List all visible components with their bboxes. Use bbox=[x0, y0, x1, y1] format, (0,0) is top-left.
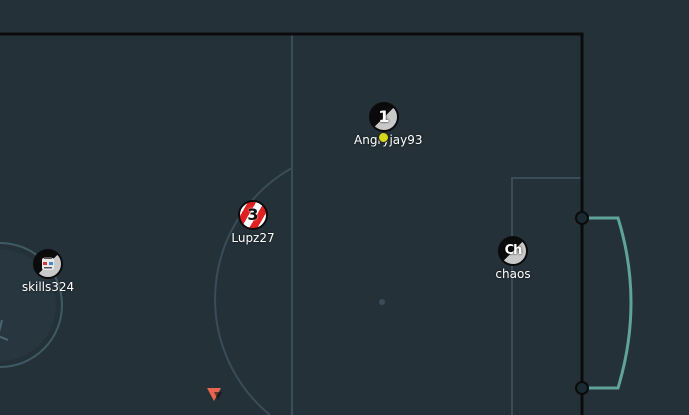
player-lupz27[interactable]: 3 Lupz27 bbox=[223, 200, 283, 245]
game-field: 1 Angryjay93 3 Lupz27 Ch chaos skills324 bbox=[0, 0, 689, 415]
player-disc bbox=[33, 249, 63, 279]
player-avatar-text: Ch bbox=[504, 243, 523, 258]
goal-post-bottom bbox=[575, 381, 589, 395]
player-avatar-text: 1 bbox=[378, 107, 390, 126]
player-name: Lupz27 bbox=[231, 231, 275, 245]
kickoff-spot bbox=[379, 299, 385, 305]
goal-post-top bbox=[575, 211, 589, 225]
player-chaos[interactable]: Ch chaos bbox=[483, 236, 543, 281]
player-skills324[interactable]: skills324 bbox=[18, 249, 78, 294]
player-disc: Ch bbox=[498, 236, 528, 266]
player-disc: 3 bbox=[238, 200, 268, 230]
player-name: chaos bbox=[495, 267, 531, 281]
face-avatar-icon bbox=[42, 257, 54, 270]
pitch-markings bbox=[0, 0, 689, 415]
player-disc: 1 bbox=[369, 102, 399, 132]
marker-shadow bbox=[214, 392, 222, 400]
ball-possession-icon bbox=[378, 132, 389, 143]
player-avatar-text: 3 bbox=[247, 205, 259, 224]
player-name: skills324 bbox=[21, 280, 75, 294]
